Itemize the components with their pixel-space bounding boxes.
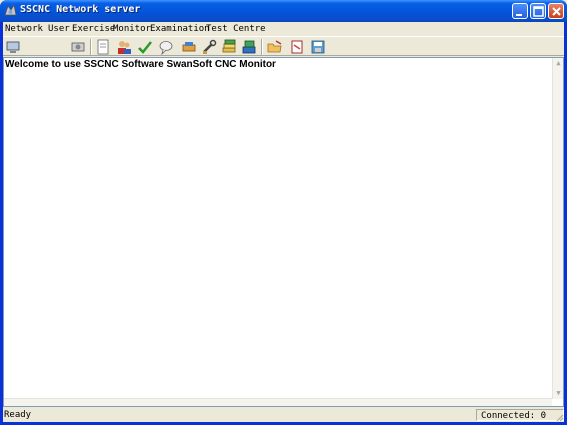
maximize-button[interactable]	[530, 3, 546, 19]
menu-examination[interactable]: Examination	[150, 24, 210, 34]
users-icon[interactable]	[116, 39, 132, 55]
connect-icon[interactable]	[5, 39, 21, 55]
menu-network[interactable]: Network	[5, 24, 43, 34]
scroll-down-arrow[interactable]: ▼	[553, 388, 564, 399]
window-title: SSCNC Network server	[20, 4, 141, 15]
toolbar-separator	[261, 39, 263, 55]
maximize-icon	[533, 6, 544, 17]
tools-icon[interactable]	[181, 39, 197, 55]
check-icon[interactable]	[137, 39, 153, 55]
client-area: Network User Exercise Monitor Examinatio…	[3, 22, 564, 422]
menu-user[interactable]: User	[48, 24, 70, 34]
resize-grip-icon[interactable]	[554, 412, 564, 422]
app-window: SSCNC Network server Network User Exerci…	[0, 0, 567, 425]
app-icon[interactable]	[4, 3, 17, 17]
welcome-message: Welcome to use SSCNC Software SwanSoft C…	[5, 59, 276, 70]
title-bar[interactable]: SSCNC Network server	[0, 0, 567, 22]
status-text: Ready	[4, 410, 32, 420]
close-button[interactable]	[548, 3, 564, 19]
close-icon	[552, 7, 561, 16]
toolbar	[3, 36, 564, 56]
toolbar-separator	[90, 39, 92, 55]
minimize-icon	[516, 14, 522, 16]
notebook-icon[interactable]	[289, 39, 305, 55]
books-icon[interactable]	[221, 39, 237, 55]
horizontal-scrollbar[interactable]	[4, 398, 552, 406]
menu-monitor[interactable]: Monitor	[113, 24, 151, 34]
connection-status-panel: Connected: 0	[476, 409, 564, 421]
books-blue-icon[interactable]	[241, 39, 257, 55]
toolbar-tool-icon[interactable]	[201, 39, 217, 55]
document-icon[interactable]	[95, 39, 111, 55]
menu-test-centre[interactable]: Test Centre	[206, 24, 266, 34]
connection-count: Connected: 0	[481, 411, 547, 421]
vertical-scrollbar[interactable]: ▲ ▼	[552, 58, 563, 399]
disk-icon[interactable]	[310, 39, 326, 55]
minimize-button[interactable]	[512, 3, 528, 19]
menu-bar: Network User Exercise Monitor Examinatio…	[3, 22, 564, 36]
message-log[interactable]: Welcome to use SSCNC Software SwanSoft C…	[3, 57, 564, 407]
open-folder-icon[interactable]	[267, 39, 283, 55]
chat-icon[interactable]	[158, 39, 174, 55]
scroll-up-arrow[interactable]: ▲	[553, 58, 564, 69]
menu-exercise[interactable]: Exercise	[72, 24, 115, 34]
status-bar: Ready Connected: 0	[3, 408, 564, 422]
disconnect-icon[interactable]	[70, 39, 86, 55]
